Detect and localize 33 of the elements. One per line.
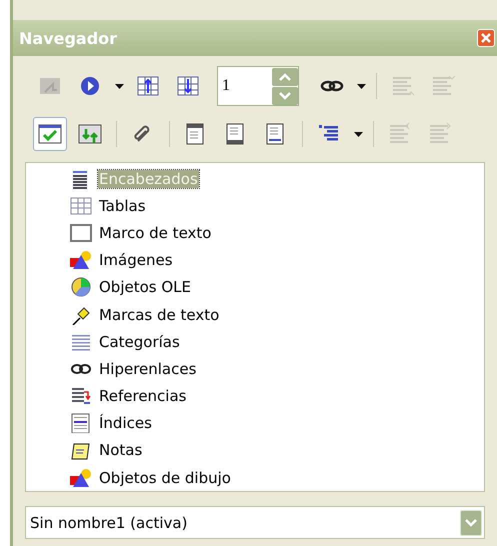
frame-icon [70,222,92,243]
tree-item[interactable]: Categorías [98,332,181,351]
chevron-down-icon [465,518,477,526]
tree-item[interactable]: Notas [98,441,144,460]
shapes-icon [70,468,92,488]
caret-icon [114,84,124,88]
tree-item[interactable]: Objetos OLE [98,278,192,296]
tree-item[interactable]: Imágenes [98,251,174,270]
tree-item[interactable]: Índices [98,414,153,432]
chevron-down-icon [279,92,291,100]
close-button[interactable] [477,29,495,47]
pie-chart-icon [70,277,92,298]
tree-item[interactable]: Hiperenlaces [98,360,198,378]
page-number-spinbox[interactable]: 1 [217,66,299,106]
pushpin-icon [70,304,92,325]
shapes-icon [70,250,92,270]
tree-item[interactable]: Tablas [98,196,147,215]
window-title: Navegador [19,28,118,48]
chevron-up-icon [279,72,291,80]
page-number-field[interactable]: 1 [218,77,272,95]
checkbox-button[interactable] [33,117,67,151]
tree-item[interactable]: Referencias [98,387,188,406]
document-dropdown[interactable]: Sin nombre1 (activa) [25,506,485,539]
close-icon [481,33,491,43]
table-icon [70,196,92,216]
caret-icon [356,84,366,88]
tree-item[interactable]: Marco de texto [98,224,212,242]
reference-arrow-icon [70,386,92,406]
tree-item[interactable]: Marcas de texto [98,306,220,324]
index-list-icon [70,413,92,434]
dropdown-value: Sin nombre1 (activa) [30,514,188,532]
caret-icon [354,132,362,136]
tree-item[interactable]: Objetos de dibujo [98,468,232,487]
